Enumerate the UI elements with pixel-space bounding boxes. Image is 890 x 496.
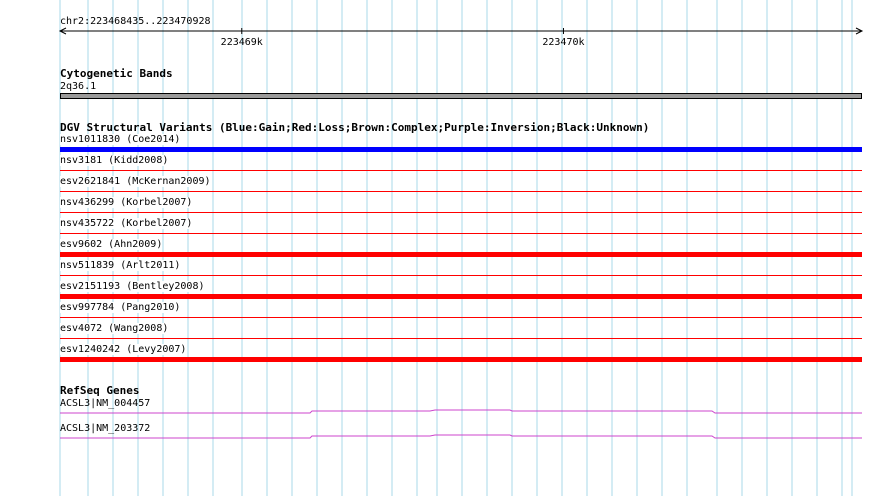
dgv-variant-label: esv1240242 (Levy2007): [60, 344, 187, 355]
ruler-range-label: chr2:223468435..223470928: [60, 16, 211, 27]
dgv-variant-bar[interactable]: [60, 294, 862, 299]
dgv-variant-row[interactable]: nsv1011830 (Coe2014): [60, 134, 862, 155]
dgv-variant-row[interactable]: nsv436299 (Korbel2007): [60, 197, 862, 218]
ruler-tick-label: 223470k: [542, 37, 584, 48]
dgv-variant-label: esv2621841 (McKernan2009): [60, 176, 211, 187]
dgv-variant-row[interactable]: nsv435722 (Korbel2007): [60, 218, 862, 239]
dgv-variant-row[interactable]: esv997784 (Pang2010): [60, 302, 862, 323]
refseq-gene-model[interactable]: [0, 429, 890, 441]
dgv-variant-bar[interactable]: [60, 357, 862, 362]
dgv-track-title: DGV Structural Variants (Blue:Gain;Red:L…: [60, 121, 650, 134]
refseq-gene-model[interactable]: [0, 404, 890, 416]
dgv-variant-bar[interactable]: [60, 147, 862, 152]
dgv-variant-row[interactable]: nsv511839 (Arlt2011): [60, 260, 862, 281]
dgv-variant-row[interactable]: esv2621841 (McKernan2009): [60, 176, 862, 197]
dgv-variant-label: esv9602 (Ahn2009): [60, 239, 163, 250]
ruler-tick-label: 223469k: [221, 37, 263, 48]
dgv-variant-label: esv4072 (Wang2008): [60, 323, 169, 334]
dgv-variant-bar[interactable]: [60, 191, 862, 192]
dgv-variant-label: nsv3181 (Kidd2008): [60, 155, 169, 166]
dgv-variant-row[interactable]: nsv3181 (Kidd2008): [60, 155, 862, 176]
dgv-variant-bar[interactable]: [60, 275, 862, 276]
refseq-gene-line[interactable]: [60, 409, 862, 414]
dgv-variant-bar[interactable]: [60, 212, 862, 213]
dgv-variant-label: nsv436299 (Korbel2007): [60, 197, 193, 208]
dgv-variant-bar[interactable]: [60, 338, 862, 339]
dgv-variant-row[interactable]: esv2151193 (Bentley2008): [60, 281, 862, 302]
dgv-variant-row[interactable]: esv9602 (Ahn2009): [60, 239, 862, 260]
dgv-variant-label: esv2151193 (Bentley2008): [60, 281, 205, 292]
dgv-variant-bar[interactable]: [60, 252, 862, 257]
cytoband-bar[interactable]: [60, 93, 862, 99]
refseq-track-title: RefSeq Genes: [60, 384, 140, 397]
dgv-variant-row[interactable]: esv4072 (Wang2008): [60, 323, 862, 344]
dgv-variant-bar[interactable]: [60, 170, 862, 171]
dgv-variant-label: nsv1011830 (Coe2014): [60, 134, 181, 145]
dgv-variant-label: nsv435722 (Korbel2007): [60, 218, 193, 229]
dgv-variant-label: nsv511839 (Arlt2011): [60, 260, 181, 271]
refseq-gene-line[interactable]: [60, 434, 862, 439]
dgv-variant-bar[interactable]: [60, 317, 862, 318]
cytoband-label: 2q36.1: [60, 81, 97, 92]
dgv-variant-row[interactable]: esv1240242 (Levy2007): [60, 344, 862, 365]
coordinate-ruler[interactable]: chr2:223468435..223470928 223469k 223470k: [0, 0, 890, 50]
cytoband-track-title: Cytogenetic Bands: [60, 67, 173, 80]
dgv-variant-bar[interactable]: [60, 233, 862, 234]
dgv-variant-label: esv997784 (Pang2010): [60, 302, 181, 313]
